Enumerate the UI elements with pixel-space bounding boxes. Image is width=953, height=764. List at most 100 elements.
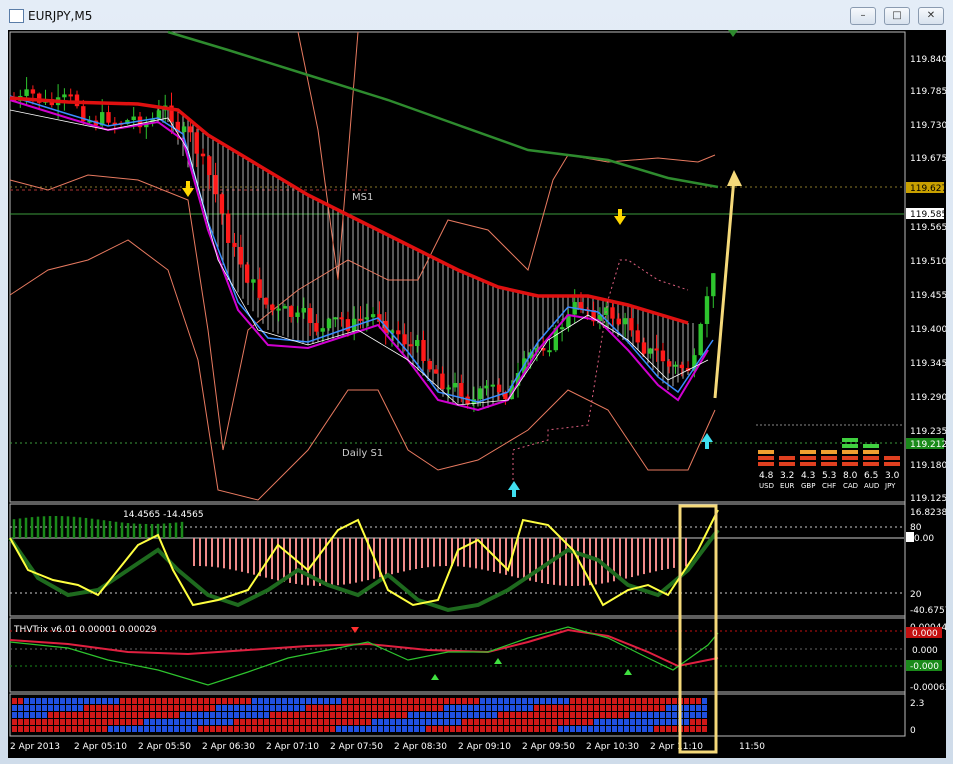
heatmap-cell	[108, 705, 113, 711]
heatmap-cell	[132, 705, 137, 711]
heatmap-cell	[360, 698, 365, 704]
osc-envelope-line	[8, 528, 720, 613]
heatmap-cell	[438, 712, 443, 718]
strength-bar-segment	[863, 462, 879, 466]
heatmap-cell	[372, 698, 377, 704]
heatmap-cell	[612, 698, 617, 704]
heatmap-cell	[288, 719, 293, 725]
heatmap-cell	[228, 712, 233, 718]
heatmap-cell	[48, 726, 53, 732]
heatmap-cell	[666, 719, 671, 725]
chart-canvas[interactable]: 119.840 119.785 119.730 119.675 119.627 …	[8, 30, 950, 758]
candle-body	[30, 89, 36, 94]
heatmap-cell	[618, 705, 623, 711]
price-tick: 119.730	[910, 121, 946, 131]
strength-value: 4.8	[759, 471, 774, 481]
heatmap-cell	[150, 705, 155, 711]
heatmap-cell	[36, 705, 41, 711]
heatmap-cell	[402, 705, 407, 711]
heatmap-cell	[78, 726, 83, 732]
heatmap-cell	[414, 705, 419, 711]
heatmap-cell	[516, 705, 521, 711]
close-button[interactable]: ✕	[918, 7, 944, 25]
candle-body	[459, 382, 464, 397]
strength-value: 6.5	[864, 471, 878, 481]
heatmap-cell	[294, 705, 299, 711]
heatmap-cell	[222, 698, 227, 704]
heatmap-cell	[210, 719, 215, 725]
candle-body	[156, 110, 162, 119]
heatmap-cell	[312, 726, 317, 732]
candle-body	[62, 94, 67, 98]
heatmap-cell	[630, 719, 635, 725]
heatmap-cell	[426, 705, 431, 711]
heatmap-cell	[258, 726, 263, 732]
trend-band-line	[9, 96, 689, 325]
heatmap-cell	[288, 698, 293, 704]
heatmap-cell	[228, 726, 233, 732]
heatmap-cell	[234, 726, 239, 732]
candle-body	[74, 94, 80, 107]
heatmap-cell	[60, 698, 65, 704]
heatmap-cell	[642, 719, 647, 725]
heatmap-cell	[666, 698, 671, 704]
trix-green-value: -0.000	[910, 662, 939, 672]
heatmap-cell	[252, 698, 257, 704]
heatmap-cell	[516, 712, 521, 718]
candle-body	[484, 385, 489, 389]
sell-arrow-icon	[186, 181, 190, 188]
white-envelope-line	[9, 109, 709, 406]
time-tick: 2 Apr 2013	[10, 742, 60, 752]
heatmap-cell	[42, 698, 47, 704]
heatmap-cell	[474, 726, 479, 732]
candle-body	[339, 317, 344, 320]
heatmap-cell	[468, 698, 473, 704]
heatmap-cell	[330, 712, 335, 718]
candle-body	[604, 307, 609, 315]
candle-body	[188, 126, 193, 133]
heatmap-cell	[606, 698, 611, 704]
heatmap-cell	[558, 726, 563, 732]
heatmap-cell	[300, 719, 305, 725]
heatmap-cell	[132, 719, 137, 725]
strength-bar-segment	[842, 444, 858, 448]
candle-body	[213, 175, 218, 195]
heatmap-cell	[186, 698, 191, 704]
heatmap-cell	[78, 705, 83, 711]
heatmap-cell	[282, 705, 287, 711]
maximize-button[interactable]: □	[884, 7, 910, 25]
heatmap-cell	[90, 726, 95, 732]
heatmap-cell	[438, 698, 443, 704]
minimize-button[interactable]: –	[850, 7, 876, 25]
heatmap-cell	[354, 712, 359, 718]
heatmap-cell	[498, 705, 503, 711]
heatmap-cell	[684, 698, 689, 704]
chart-area[interactable]: 119.840 119.785 119.730 119.675 119.627 …	[8, 30, 950, 758]
heatmap-cell	[582, 719, 587, 725]
heatmap-cell	[696, 719, 701, 725]
candle-body	[364, 317, 369, 320]
heatmap-cell	[546, 726, 551, 732]
heatmap-cell	[264, 698, 269, 704]
heatmap-cell	[696, 726, 701, 732]
heatmap-cell	[114, 698, 119, 704]
candle-body	[301, 308, 306, 313]
heatmap-cell	[84, 719, 89, 725]
heatmap-cell	[594, 726, 599, 732]
heatmap-cell	[384, 712, 389, 718]
heatmap-cell	[600, 698, 605, 704]
heatmap-cell	[138, 705, 143, 711]
heatmap-cell	[684, 719, 689, 725]
heatmap-cell	[240, 712, 245, 718]
heatmap-cell	[210, 705, 215, 711]
heatmap-cell	[198, 726, 203, 732]
heatmap-cell	[510, 719, 515, 725]
heatmap-cell	[144, 705, 149, 711]
heatmap-cell	[504, 712, 509, 718]
candle-body	[408, 344, 414, 347]
title-bar[interactable]: EURJPY,M5 – □ ✕	[0, 0, 953, 30]
heatmap-cell	[444, 726, 449, 732]
heatmap-cell	[144, 698, 149, 704]
heatmap-cell	[420, 719, 425, 725]
strength-bar-segment	[884, 462, 900, 466]
